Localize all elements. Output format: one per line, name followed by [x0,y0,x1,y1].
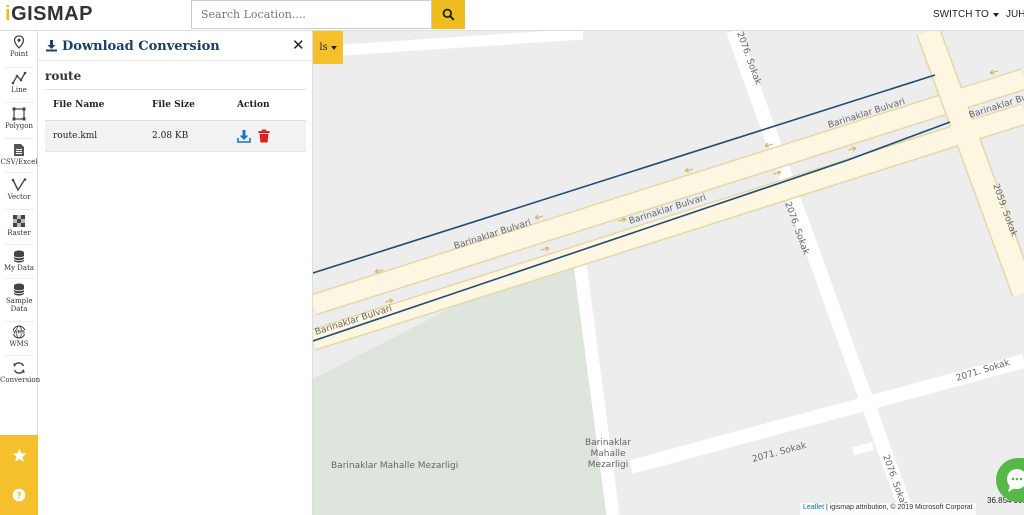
tool-point[interactable]: Point [0,35,38,58]
map-tools-dropdown[interactable]: ls [313,31,343,64]
trash-icon [258,129,270,143]
file-size-cell: 2.08 KB [144,120,229,152]
app-window: iGISMAP SWITCH TO JUH Point Line Polygon… [0,0,1024,515]
cemetery-label: Barinaklar Mahalle Mezarligi [331,461,458,471]
attribution-text: | igismap attribution, © 2019 Microsoft … [824,504,973,511]
search-icon [442,8,455,21]
globe-icon: WMS [12,325,26,339]
divider [4,172,34,173]
chat-bubble-icon [1007,469,1024,492]
barinaklar-bulvari-road [313,31,1024,351]
vector-icon [11,178,27,192]
map-basemap: Barinaklar Bulvari Barinaklar Bulvari Ba… [313,31,1024,515]
switch-to-label: SWITCH TO [933,9,989,20]
tool-line[interactable]: Line [0,71,38,94]
tool-wms-label: WMS [9,340,29,348]
tool-line-label: Line [11,86,27,94]
tool-my-data[interactable]: My Data [0,250,38,272]
divider [4,278,34,279]
leaflet-link[interactable]: Leaflet [803,504,824,511]
table-row: route.kml 2.08 KB [45,120,306,152]
csv-file-icon [14,144,24,156]
conversion-name-heading: route [45,69,82,83]
left-toolbar: Point Line Polygon CSV/Excel Vector Rast… [0,31,41,515]
map-attribution: Leaflet | igismap attribution, © 2019 Mi… [800,503,976,515]
download-conversion-panel: Download Conversion ✕ route File Name Fi… [38,31,313,515]
download-icon [237,130,251,143]
database-icon [13,250,25,263]
tool-point-label: Point [9,50,29,58]
divider [4,102,34,103]
tool-wms[interactable]: WMS WMS [0,325,38,348]
street-stub [852,442,874,455]
download-icon [46,40,57,52]
svg-text:WMS: WMS [13,330,25,335]
place-label-line2: Mahalle [590,449,626,459]
user-menu[interactable]: JUH [1006,9,1024,20]
tool-raster[interactable]: Raster [0,214,38,237]
tool-csv-excel[interactable]: CSV/Excel [0,143,38,166]
divider [4,67,34,68]
tool-csv-excel-label: CSV/Excel [0,158,38,166]
place-label-line1: Barinaklar [585,438,631,448]
favorites-button[interactable] [0,435,38,475]
logo-text: GISMAP [11,3,93,25]
column-header-file-size: File Size [144,89,229,121]
divider [4,321,34,322]
action-cell [229,120,306,152]
table-header-row: File Name File Size Action [45,89,306,121]
panel-title: Download Conversion [62,39,220,54]
raster-icon [13,215,25,227]
divider [4,209,34,210]
tool-polygon-label: Polygon [4,122,34,130]
tool-sample-data[interactable]: Sample Data [0,283,38,313]
tool-vector-label: Vector [7,193,31,201]
street-label-2071-b: 2071. Sokak [751,441,808,465]
map-tools-label: ls [319,42,328,53]
star-icon [12,448,26,462]
map-view[interactable]: Barinaklar Bulvari Barinaklar Bulvari Ba… [313,31,1024,515]
street-top-left [342,31,584,56]
tool-vector[interactable]: Vector [0,178,38,201]
database-icon [13,283,25,296]
column-header-action: Action [229,89,306,121]
line-icon [11,71,27,85]
refresh-icon [13,362,25,374]
tool-polygon[interactable]: Polygon [0,107,38,130]
file-name-cell: route.kml [45,120,144,152]
tool-sample-data-label: Sample Data [6,297,33,313]
question-icon: ? [12,488,26,501]
divider [4,244,34,245]
search-button[interactable] [432,0,465,29]
delete-file-button[interactable] [258,129,270,143]
caret-down-icon [330,45,337,50]
tool-my-data-label: My Data [3,264,35,272]
download-file-button[interactable] [237,129,251,143]
svg-text:?: ? [16,491,21,501]
divider [4,355,34,356]
polygon-icon [12,107,26,121]
tool-conversion[interactable]: Conversion [0,361,41,384]
top-bar: iGISMAP SWITCH TO JUH [0,0,1024,31]
place-label-line3: Mezarligi [588,460,628,470]
search-location-input[interactable] [191,0,432,29]
panel-header: Download Conversion ✕ [38,31,313,61]
files-table: File Name File Size Action route.kml 2.0… [45,89,306,152]
close-panel-button[interactable]: ✕ [292,37,305,53]
switch-to-dropdown[interactable]: SWITCH TO [933,9,999,20]
column-header-file-name: File Name [45,89,144,121]
tool-raster-label: Raster [7,229,31,237]
help-button[interactable]: ? [0,475,38,515]
caret-down-icon [992,12,999,17]
igismap-logo[interactable]: iGISMAP [5,3,93,26]
divider [4,138,34,139]
map-marker-icon [13,35,25,49]
tool-conversion-label: Conversion [0,376,41,384]
